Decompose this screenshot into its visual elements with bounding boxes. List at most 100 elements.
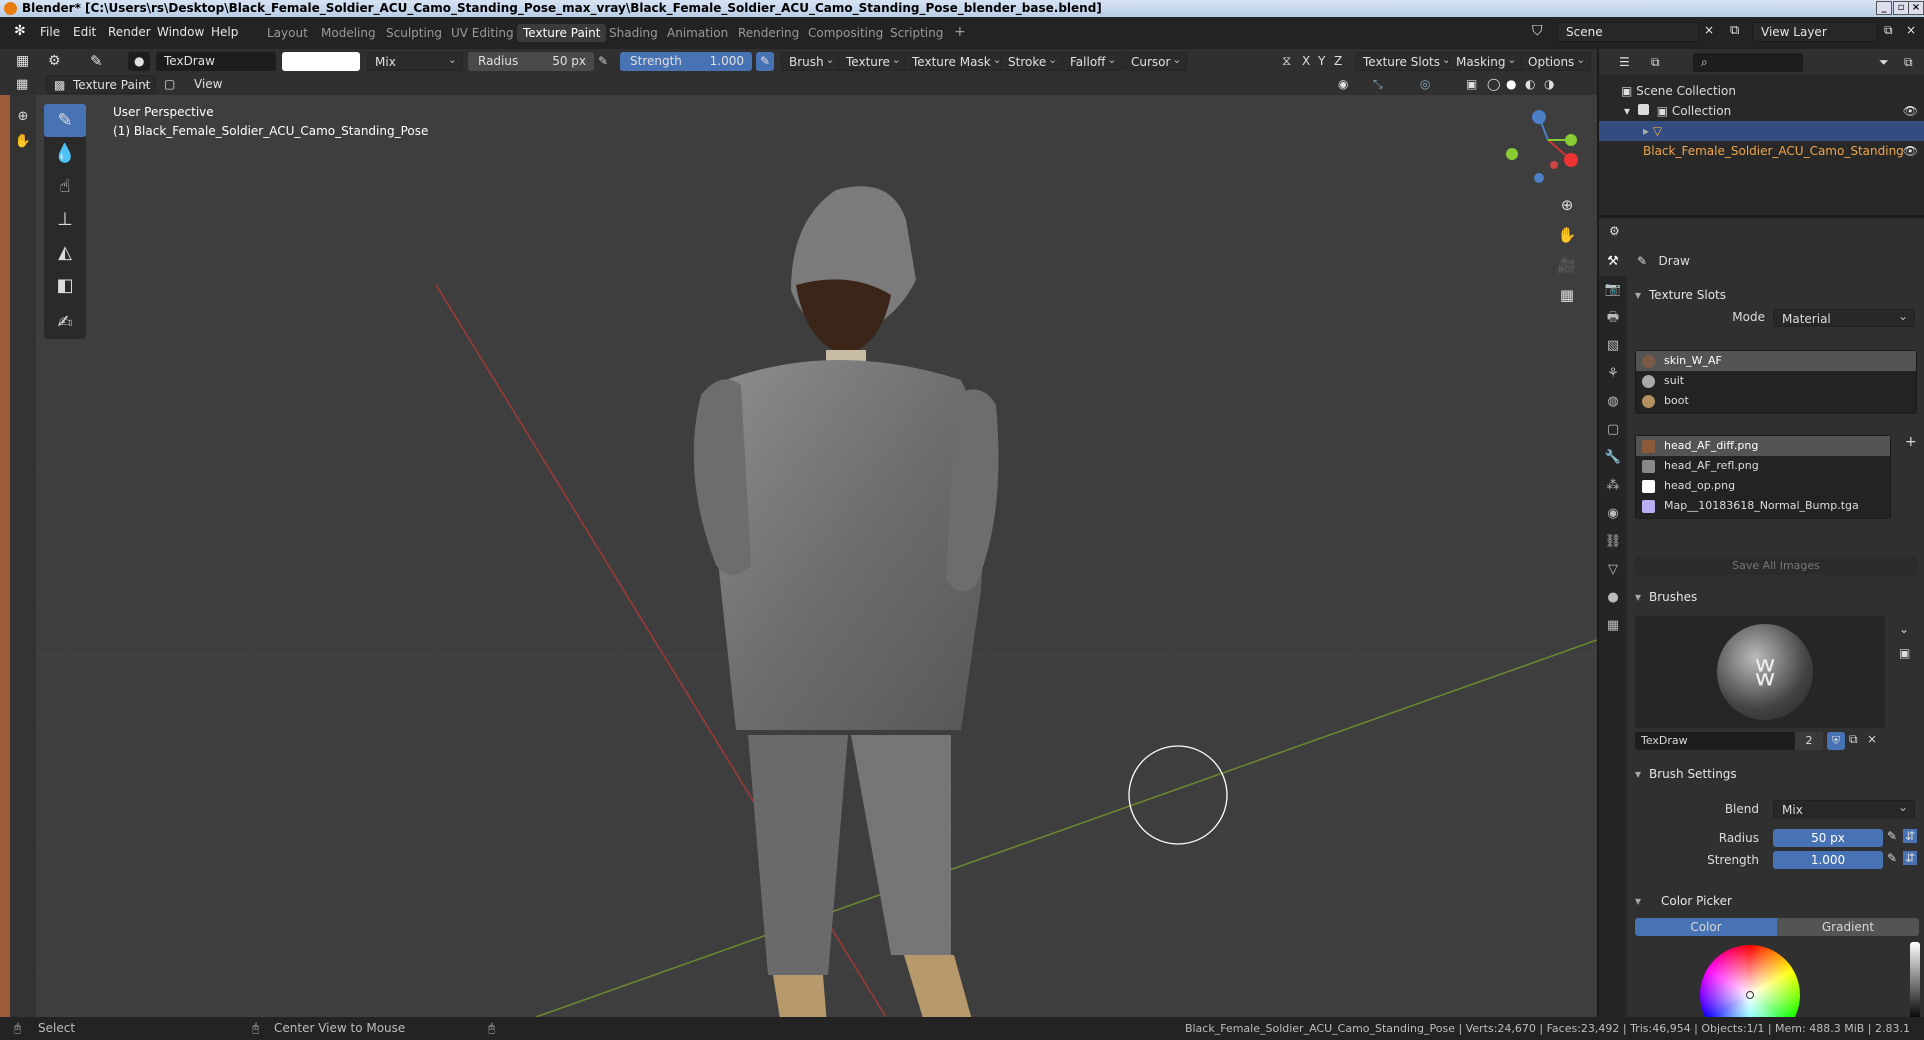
visibility-icon[interactable]: ◉ — [1338, 75, 1348, 94]
outliner-search-input[interactable]: ⌕ — [1693, 53, 1803, 72]
mode-grid-icon[interactable]: ▦ — [16, 75, 28, 94]
hand-icon[interactable]: ✋ — [10, 134, 36, 149]
blend-dropdown[interactable]: Mix — [1773, 798, 1915, 818]
color-picker-section[interactable]: Color Picker — [1627, 890, 1924, 912]
unlink-brush-icon[interactable]: × — [1867, 732, 1877, 746]
add-workspace-icon[interactable]: + — [948, 22, 972, 42]
brush-settings-section[interactable]: Brush Settings — [1627, 763, 1924, 785]
scene-icon[interactable]: ⛉ — [1532, 23, 1543, 39]
mask-tool-icon[interactable]: ◧ — [44, 269, 86, 302]
value-slider[interactable] — [1910, 942, 1920, 1020]
list-item[interactable]: skin_W_AF — [1636, 351, 1916, 371]
brush-users-count[interactable]: 2 — [1795, 732, 1823, 750]
brush-icon[interactable]: ✎ — [90, 52, 103, 71]
pan-icon[interactable]: ⊕ — [10, 109, 36, 124]
material-slot-list[interactable]: skin_W_AF suit boot — [1635, 350, 1917, 414]
strength-slider[interactable]: 1.000 — [1773, 851, 1883, 869]
eye-icon[interactable]: 👁 — [1903, 101, 1918, 121]
strength-slider[interactable]: Strength 1.000 — [620, 52, 752, 71]
outliner-row-object[interactable]: ▸ ▽ Black_Female_Soldier_ACU_Camo_Standi… — [1599, 121, 1924, 158]
radius-pressure-icon[interactable]: ✎ — [1887, 829, 1897, 843]
outliner-row-collection[interactable]: ▾ ▣ Collection 👁 — [1599, 101, 1924, 121]
modifier-tab-icon[interactable]: 🔧 — [1599, 444, 1627, 472]
filter-icon[interactable]: ⏷ — [1879, 53, 1889, 72]
new-collection-icon[interactable]: ⧉ — [1904, 53, 1913, 72]
color-wheel-cursor[interactable] — [1746, 991, 1754, 999]
texture-slots-section[interactable]: Texture Slots — [1627, 284, 1924, 306]
menu-window[interactable]: Window — [157, 25, 204, 39]
mirror-x-toggle[interactable]: X — [1302, 52, 1310, 71]
brush-browse-icon[interactable]: ● — [128, 52, 150, 71]
overlay-icon[interactable]: ◎ — [1420, 75, 1430, 94]
cursor-menu[interactable]: Cursor — [1123, 50, 1188, 71]
fake-user-shield-icon[interactable]: ⛨ — [1827, 732, 1845, 750]
gizmo-icon[interactable]: ⤡ — [1373, 75, 1383, 94]
soften-tool-icon[interactable]: 💧 — [44, 137, 86, 170]
tab-uv-editing[interactable]: UV Editing — [445, 24, 520, 42]
data-tab-icon[interactable]: ▽ — [1599, 556, 1627, 584]
brush-image-icon[interactable]: ▣ — [1899, 646, 1910, 660]
radius-unit-icon[interactable]: ⇵ — [1903, 829, 1918, 843]
pan-view-icon[interactable]: ✋ — [1554, 220, 1580, 250]
expand-arrow-icon[interactable]: ▸ — [1643, 124, 1649, 138]
fill-tool-icon[interactable]: ◭ — [44, 236, 86, 269]
view-menu[interactable]: View — [194, 75, 222, 94]
navigation-gizmo[interactable] — [1506, 110, 1578, 183]
menu-help[interactable]: Help — [211, 25, 238, 39]
material-shading-icon[interactable]: ◐ — [1525, 75, 1535, 94]
view-layer-selector[interactable]: View Layer — [1752, 22, 1878, 42]
image-slot-list[interactable]: head_AF_diff.png head_AF_refl.png head_o… — [1635, 435, 1891, 519]
properties-editor-icon[interactable]: ⚙ — [1609, 222, 1620, 241]
material-tab-icon[interactable]: ● — [1599, 584, 1627, 612]
mirror-z-toggle[interactable]: Z — [1334, 52, 1342, 71]
texture-menu[interactable]: Texture — [838, 50, 907, 71]
color-wheel[interactable] — [1700, 945, 1800, 1020]
save-all-images-button[interactable]: Save All Images — [1635, 557, 1917, 575]
list-item[interactable]: head_AF_refl.png — [1636, 456, 1890, 476]
minimize-button[interactable]: _ — [1876, 1, 1892, 15]
scene-close-icon[interactable]: × — [1704, 23, 1714, 37]
strength-pressure-icon[interactable]: ✎ — [756, 52, 775, 71]
duplicate-brush-icon[interactable]: ⧉ — [1849, 732, 1858, 747]
scene-tab-icon[interactable]: ⚘ — [1599, 360, 1627, 388]
slot-mode-dropdown[interactable]: Material — [1773, 307, 1915, 327]
mode-dropdown[interactable]: ▩ Texture Paint — [46, 73, 156, 94]
falloff-menu[interactable]: Falloff — [1062, 50, 1123, 71]
brushes-section[interactable]: Brushes — [1627, 586, 1924, 608]
close-button[interactable]: × — [1908, 1, 1924, 15]
texture-slots-menu[interactable]: Texture Slots — [1355, 50, 1457, 71]
outliner-editor-icon[interactable]: ☰ — [1619, 53, 1630, 72]
paint-mask-icon[interactable]: ▢ — [164, 75, 175, 94]
tab-sculpting[interactable]: Sculpting — [380, 24, 448, 42]
tool-tab-icon[interactable]: ⚒ — [1599, 248, 1627, 276]
options-menu[interactable]: Options — [1520, 50, 1592, 71]
annotate-tool-icon[interactable]: ✍ — [44, 306, 86, 339]
radius-slider[interactable]: Radius 50 px — [468, 52, 594, 71]
smear-tool-icon[interactable]: ☝ — [44, 170, 86, 203]
color-tab[interactable]: Color — [1635, 918, 1777, 936]
texture-tab-icon[interactable]: ▦ — [1599, 612, 1627, 640]
view-layer-new-icon[interactable]: ⧉ — [1884, 23, 1893, 38]
view-layer-tab-icon[interactable]: ▧ — [1599, 332, 1627, 360]
outliner-row-scene-collection[interactable]: ▣ Scene Collection — [1599, 81, 1924, 101]
radius-slider[interactable]: 50 px — [1773, 829, 1883, 847]
render-tab-icon[interactable]: 📷 — [1599, 276, 1627, 304]
brush-name-field[interactable]: TexDraw — [1635, 732, 1795, 750]
expand-arrow-icon[interactable]: ▾ — [1624, 104, 1630, 118]
tab-texture-paint[interactable]: Texture Paint — [517, 24, 607, 42]
brush-name-field[interactable]: TexDraw — [156, 52, 276, 71]
list-item[interactable]: head_AF_diff.png — [1636, 436, 1890, 456]
tab-shading[interactable]: Shading — [603, 24, 664, 42]
tab-scripting[interactable]: Scripting — [884, 24, 949, 42]
tab-animation[interactable]: Animation — [661, 24, 734, 42]
wireframe-shading-icon[interactable]: ◯ — [1487, 75, 1500, 94]
menu-edit[interactable]: Edit — [73, 25, 96, 39]
list-item[interactable]: boot — [1636, 391, 1916, 411]
rendered-shading-icon[interactable]: ◑ — [1544, 75, 1554, 94]
output-tab-icon[interactable]: 🖶 — [1599, 304, 1627, 332]
world-tab-icon[interactable]: ◍ — [1599, 388, 1627, 416]
gradient-tab[interactable]: Gradient — [1777, 918, 1919, 936]
ortho-toggle-icon[interactable]: ▦ — [1554, 280, 1580, 310]
scene-selector[interactable]: Scene — [1557, 22, 1699, 42]
draw-tool-icon[interactable]: ✎ — [44, 104, 86, 137]
